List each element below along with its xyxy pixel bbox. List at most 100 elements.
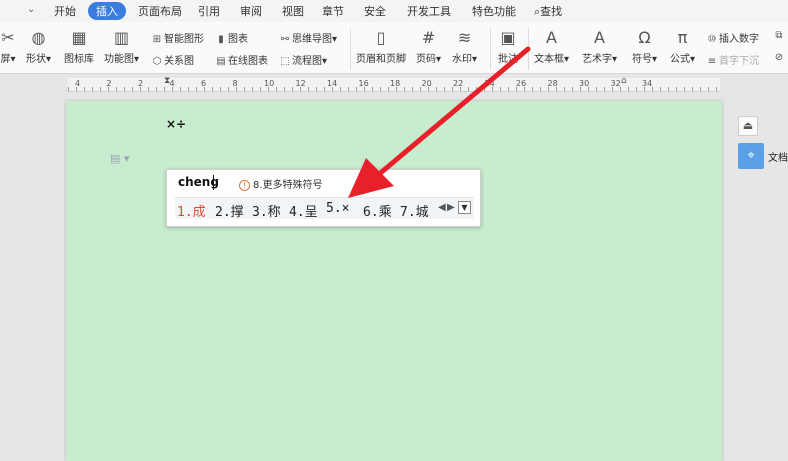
candidate-item[interactable]: 7.城: [400, 201, 429, 220]
attachment-button[interactable]: ⊘: [772, 52, 786, 63]
menu-item-insert[interactable]: 插入: [88, 2, 126, 20]
candidate-item[interactable]: 4.呈: [289, 201, 318, 220]
symbol-button[interactable]: Ω 符号▾: [632, 28, 657, 65]
ruler-tick: [316, 87, 317, 91]
expand-candidates-icon[interactable]: ▼: [458, 201, 471, 214]
ime-hint-label: 8.更多特殊符号: [253, 180, 323, 191]
text-box-label: 文本框: [534, 54, 564, 65]
ruler-tick: [92, 87, 93, 91]
ruler-tick: [500, 87, 501, 91]
comment-label: 批注: [498, 54, 518, 65]
icon-library-button[interactable]: ▦ 图标库: [64, 28, 94, 65]
menu-item-references[interactable]: 引用: [198, 3, 220, 19]
formula-label: 公式: [670, 54, 690, 65]
ruler-tick: [324, 87, 325, 91]
menu-item-review[interactable]: 审阅: [240, 3, 262, 19]
ruler-tick: [172, 87, 173, 91]
online-chart-button[interactable]: ▤ 在线图表: [214, 52, 268, 67]
ime-hint[interactable]: ! 8.更多特殊符号: [239, 176, 323, 191]
ruler-label: 10: [264, 79, 275, 88]
candidate-item[interactable]: 2.撑: [215, 201, 244, 220]
ruler-tick: [596, 87, 597, 91]
screenshot-button[interactable]: ✂ 屏▾: [0, 28, 18, 65]
object-button[interactable]: ⧉: [772, 30, 786, 41]
ruler-tick: [348, 87, 349, 91]
chart-button[interactable]: ▮ 图表: [214, 30, 248, 45]
menu-item-home[interactable]: 开始: [54, 3, 76, 19]
ribbon-toolbar: ✂ 屏▾ ◍ 形状▾ ▦ 图标库 ▥ 功能图▾ ⊞ 智能图形 ▮ 图表 ⬡ 关系图 ▤…: [0, 22, 788, 74]
doc-assistant-icon[interactable]: ⌖: [738, 143, 764, 169]
shape-icon: ◍: [31, 28, 46, 47]
paperclip-icon: ⊘: [774, 52, 784, 63]
flow-chart-button[interactable]: ⬚ 流程图▾: [278, 52, 327, 67]
ribbon-divider: [350, 28, 351, 70]
ruler-tick: [492, 87, 493, 91]
candidate-item[interactable]: 1.成: [177, 201, 206, 220]
screen-label: 屏: [0, 54, 11, 65]
candidate-list: 1.成 2.撑 3.称 4.呈 5.× 6.乘 7.城 ◀ ▶ ▼: [175, 197, 474, 220]
menu-item-page-layout[interactable]: 页面布局: [138, 3, 182, 19]
next-page-icon[interactable]: ▶: [447, 202, 455, 213]
function-chart-button[interactable]: ▥ 功能图▾: [104, 28, 139, 65]
online-chart-icon: ▤: [216, 56, 226, 67]
horizontal-ruler[interactable]: ⧗ ⌂ 4 2 2 4 6 8 10 12 14 16 18 20 22 24 26 28 30 32 34: [68, 76, 720, 92]
ruler-tick: [228, 87, 229, 91]
ruler-tick: [308, 87, 309, 91]
insert-number-button[interactable]: ⑩ 插入数字: [705, 30, 759, 45]
ruler-tick: [444, 87, 445, 91]
mind-map-button[interactable]: ⚯ 思维导图▾: [278, 30, 337, 45]
header-footer-button[interactable]: ▯ 页眉和页脚: [356, 28, 406, 65]
flow-chart-label: 流程图: [292, 56, 322, 67]
right-indent-marker[interactable]: ⌂: [621, 76, 627, 86]
ruler-tick: [508, 87, 509, 91]
page-number-icon: #: [421, 28, 436, 47]
ruler-tick: [244, 87, 245, 91]
doc-assistant-label[interactable]: 文档: [768, 149, 788, 164]
shape-button[interactable]: ◍ 形状▾: [26, 28, 51, 65]
ruler-tick: [540, 87, 541, 91]
drop-cap-button[interactable]: ≡ 首字下沉: [705, 52, 759, 67]
comment-button[interactable]: ▣ 批注: [498, 28, 518, 65]
text-box-button[interactable]: A 文本框▾: [534, 28, 569, 65]
chevron-down-icon[interactable]: ⌄: [27, 4, 35, 15]
document-page[interactable]: [66, 101, 722, 461]
candidate-item[interactable]: 5.×: [326, 201, 349, 216]
omega-icon: Ω: [638, 28, 651, 47]
mind-map-icon: ⚯: [280, 34, 290, 45]
ruler-tick: [636, 87, 637, 91]
page-number-button[interactable]: # 页码▾: [416, 28, 441, 65]
document-text[interactable]: ×÷: [166, 117, 186, 131]
watermark-icon: ≋: [457, 28, 472, 47]
ruler-tick: [404, 87, 405, 91]
menu-item-developer[interactable]: 开发工具: [407, 3, 451, 19]
menu-item-view[interactable]: 视图: [282, 3, 304, 19]
formula-button[interactable]: π 公式▾: [670, 28, 695, 65]
candidate-item[interactable]: 6.乘: [363, 201, 392, 220]
watermark-label: 水印: [452, 54, 472, 65]
candidate-item[interactable]: 3.称: [252, 201, 281, 220]
collapse-icon[interactable]: ⏏: [738, 116, 758, 136]
ruler-tick: [212, 87, 213, 91]
relation-chart-button[interactable]: ⬡ 关系图: [150, 52, 194, 67]
ruler-tick: [628, 87, 629, 91]
page-num-label: 页码: [416, 54, 436, 65]
word-art-button[interactable]: A 艺术字▾: [582, 28, 617, 65]
ruler-tick: [236, 87, 237, 91]
menu-item-features[interactable]: 特色功能: [472, 3, 516, 19]
object-icon: ⧉: [775, 30, 783, 41]
smart-shape-button[interactable]: ⊞ 智能图形: [150, 30, 204, 45]
func-chart-label: 功能图: [104, 54, 134, 65]
prev-page-icon[interactable]: ◀: [438, 202, 446, 213]
ruler-tick: [660, 87, 661, 91]
paragraph-format-icon[interactable]: ▤ ▾: [110, 152, 129, 165]
watermark-button[interactable]: ≋ 水印▾: [452, 28, 477, 65]
ruler-tick: [436, 87, 437, 91]
menu-bar: ⌄ 开始 插入 页面布局 引用 审阅 视图 章节 安全 开发工具 特色功能 ⌕查…: [0, 0, 788, 22]
menu-item-security[interactable]: 安全: [364, 3, 386, 19]
drop-cap-icon: ≡: [707, 56, 717, 67]
search-menu[interactable]: ⌕查找: [534, 3, 562, 19]
ruler-tick: [140, 87, 141, 91]
menu-item-chapter[interactable]: 章节: [322, 3, 344, 19]
ruler-tick: [716, 87, 717, 91]
relation-icon: ⬡: [152, 56, 162, 67]
